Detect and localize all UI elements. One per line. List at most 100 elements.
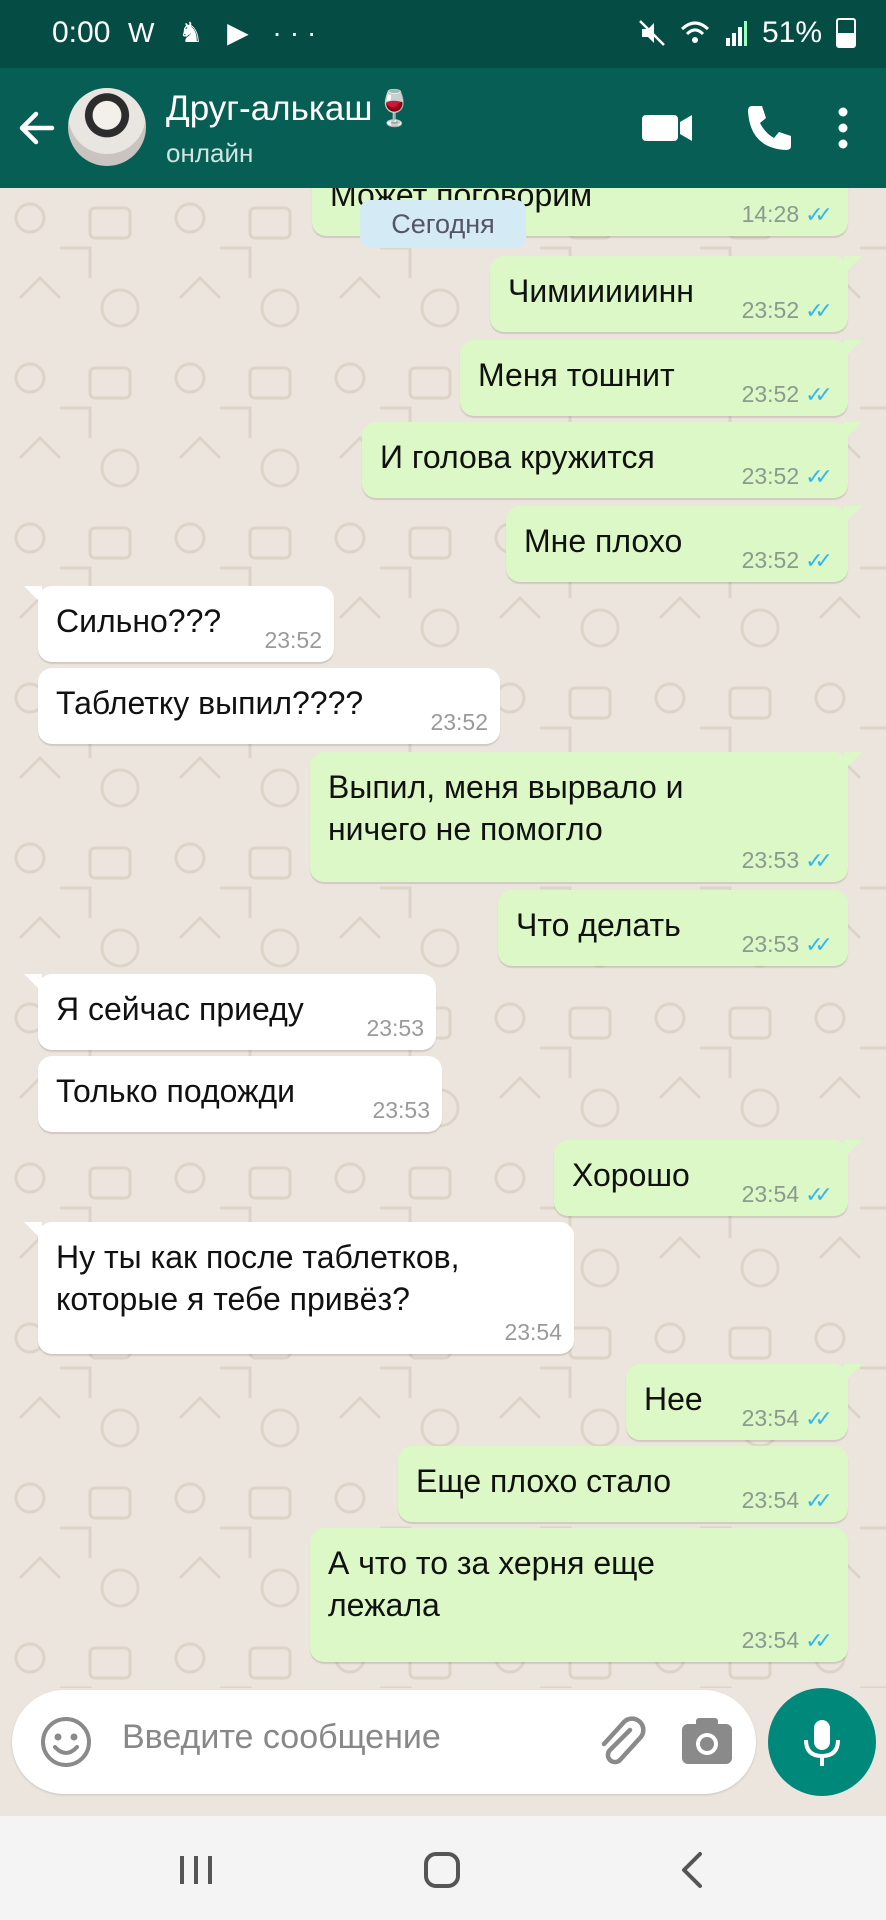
battery-level: 51% — [761, 16, 822, 49]
mute-icon — [639, 20, 665, 46]
read-ticks-icon: ✓✓ — [805, 463, 833, 489]
message-outgoing[interactable]: Меня тошнит 23:52 ✓✓ — [460, 340, 862, 416]
message-text: Чимииииинн — [508, 273, 694, 309]
read-ticks-icon: ✓✓ — [805, 547, 833, 573]
back-arrow-icon[interactable] — [12, 98, 62, 158]
message-incoming[interactable]: Сильно??? 23:52 — [24, 586, 334, 662]
date-chip: Сегодня — [360, 200, 526, 248]
message-text: Еще плохо стало — [416, 1463, 672, 1499]
back-nav-icon[interactable] — [676, 1850, 708, 1890]
message-time: 23:53 — [366, 1015, 424, 1041]
message-time: 23:54 — [741, 1181, 800, 1207]
read-ticks-icon: ✓✓ — [805, 1181, 833, 1207]
home-icon[interactable] — [422, 1850, 462, 1890]
message-incoming[interactable]: Ну ты как после таблетков, которые я теб… — [24, 1222, 574, 1354]
read-ticks-icon: ✓✓ — [805, 1405, 833, 1431]
message-outgoing[interactable]: Выпил, меня вырвало и ничего не помогло … — [310, 752, 862, 882]
message-text: Только подожди — [56, 1073, 296, 1109]
message-outgoing[interactable]: Чимииииинн 23:52 ✓✓ — [490, 256, 862, 332]
message-meta: 23:54 ✓✓ — [742, 1181, 834, 1208]
message-time: 23:53 — [372, 1097, 430, 1123]
message-outgoing[interactable]: Нее 23:54 ✓✓ — [626, 1364, 862, 1440]
read-ticks-icon: ✓✓ — [805, 297, 833, 323]
message-meta: 23:54 ✓✓ — [742, 1405, 834, 1432]
message-meta: 23:53 ✓✓ — [742, 931, 834, 958]
status-right: 51% — [638, 16, 856, 50]
message-meta: 23:52 ✓✓ — [742, 297, 834, 324]
message-text: Я сейчас приеду — [56, 991, 304, 1027]
message-text: Мне плохо — [524, 523, 683, 559]
system-nav-bar — [0, 1816, 886, 1920]
message-text: Ну ты как после таблетков, которые я теб… — [56, 1239, 460, 1317]
message-outgoing[interactable]: Хорошо 23:54 ✓✓ — [554, 1140, 862, 1216]
phone-icon[interactable] — [740, 100, 796, 156]
recents-icon[interactable] — [176, 1852, 216, 1888]
message-meta: 23:52 ✓✓ — [742, 381, 834, 408]
message-meta: 23:52 ✓✓ — [742, 547, 834, 574]
emoji-icon[interactable] — [38, 1714, 94, 1770]
battery-icon — [836, 18, 856, 48]
avatar[interactable] — [68, 88, 146, 166]
message-incoming[interactable]: Таблетку выпил???? 23:52 — [38, 668, 500, 744]
notification-icons: W ♞ ▶ ··· — [128, 17, 325, 48]
message-time: 23:52 — [741, 547, 800, 573]
message-time: 23:54 — [741, 1487, 800, 1513]
message-meta: 23:53 — [366, 1015, 424, 1042]
read-ticks-icon: ✓✓ — [805, 381, 833, 407]
message-meta: 23:53 ✓✓ — [742, 847, 834, 874]
read-ticks-icon: ✓✓ — [805, 931, 833, 957]
message-meta: 23:53 — [372, 1097, 430, 1124]
message-time: 23:52 — [264, 627, 322, 653]
message-text: Выпил, меня вырвало и ничего не помогло — [328, 769, 684, 847]
message-outgoing[interactable]: Что делать 23:53 ✓✓ — [498, 890, 848, 966]
message-time: 23:54 — [741, 1405, 800, 1431]
read-ticks-icon: ✓✓ — [805, 847, 833, 873]
message-time: 23:52 — [741, 297, 800, 323]
more-vert-icon[interactable] — [818, 100, 868, 156]
status-time: 0:00 — [52, 16, 111, 49]
message-meta: 14:28 ✓✓ — [742, 201, 834, 228]
camera-icon[interactable] — [678, 1714, 736, 1770]
message-time: 23:52 — [741, 381, 800, 407]
message-text: Что делать — [516, 907, 681, 943]
message-text: Хорошо — [572, 1157, 690, 1193]
message-meta: 23:54 — [504, 1319, 562, 1346]
message-outgoing[interactable]: Еще плохо стало 23:54 ✓✓ — [398, 1446, 848, 1522]
mic-icon — [804, 1720, 840, 1766]
chat-area[interactable]: Может поговорим 14:28✓✓ Сегодня Чимиииии… — [0, 188, 886, 1688]
message-outgoing[interactable]: А что то за херня еще лежала 23:54 ✓✓ — [310, 1528, 848, 1662]
message-time: 23:54 — [741, 1627, 800, 1653]
video-call-icon[interactable] — [640, 100, 696, 156]
message-meta: 23:54 ✓✓ — [742, 1627, 834, 1654]
read-ticks-icon: ✓✓ — [805, 1627, 833, 1653]
message-input[interactable]: Введите сообщение — [122, 1718, 441, 1757]
message-text: Сильно??? — [56, 603, 222, 639]
contact-name[interactable]: Друг-алькаш🍷 — [166, 88, 416, 129]
signal-icon — [725, 21, 747, 46]
message-composer: Введите сообщение — [12, 1690, 756, 1794]
message-meta: 23:52 — [264, 627, 322, 654]
mic-button[interactable] — [768, 1688, 876, 1796]
message-time: 23:52 — [741, 463, 800, 489]
read-ticks-icon: ✓✓ — [805, 201, 833, 227]
message-text: Нее — [644, 1381, 703, 1417]
contact-status: онлайн — [166, 138, 254, 168]
wifi-icon — [680, 21, 709, 43]
message-incoming[interactable]: Только подожди 23:53 — [38, 1056, 442, 1132]
message-text: Меня тошнит — [478, 357, 675, 393]
attach-icon[interactable] — [590, 1712, 650, 1772]
message-time: 23:53 — [741, 931, 800, 957]
message-text: А что то за херня еще лежала — [328, 1545, 655, 1623]
message-meta: 23:52 — [430, 709, 488, 736]
message-time: 14:28 — [741, 201, 800, 227]
read-ticks-icon: ✓✓ — [805, 1487, 833, 1513]
message-time: 23:52 — [430, 709, 488, 735]
message-text: Таблетку выпил???? — [56, 685, 364, 721]
message-meta: 23:54 ✓✓ — [742, 1487, 834, 1514]
status-bar: 0:00 W ♞ ▶ ··· 51% — [0, 0, 886, 68]
message-time: 23:54 — [504, 1319, 562, 1345]
message-meta: 23:52 ✓✓ — [742, 463, 834, 490]
message-incoming[interactable]: Я сейчас приеду 23:53 — [24, 974, 436, 1050]
message-outgoing[interactable]: И голова кружится 23:52 ✓✓ — [362, 422, 862, 498]
message-outgoing[interactable]: Мне плохо 23:52 ✓✓ — [506, 506, 862, 582]
